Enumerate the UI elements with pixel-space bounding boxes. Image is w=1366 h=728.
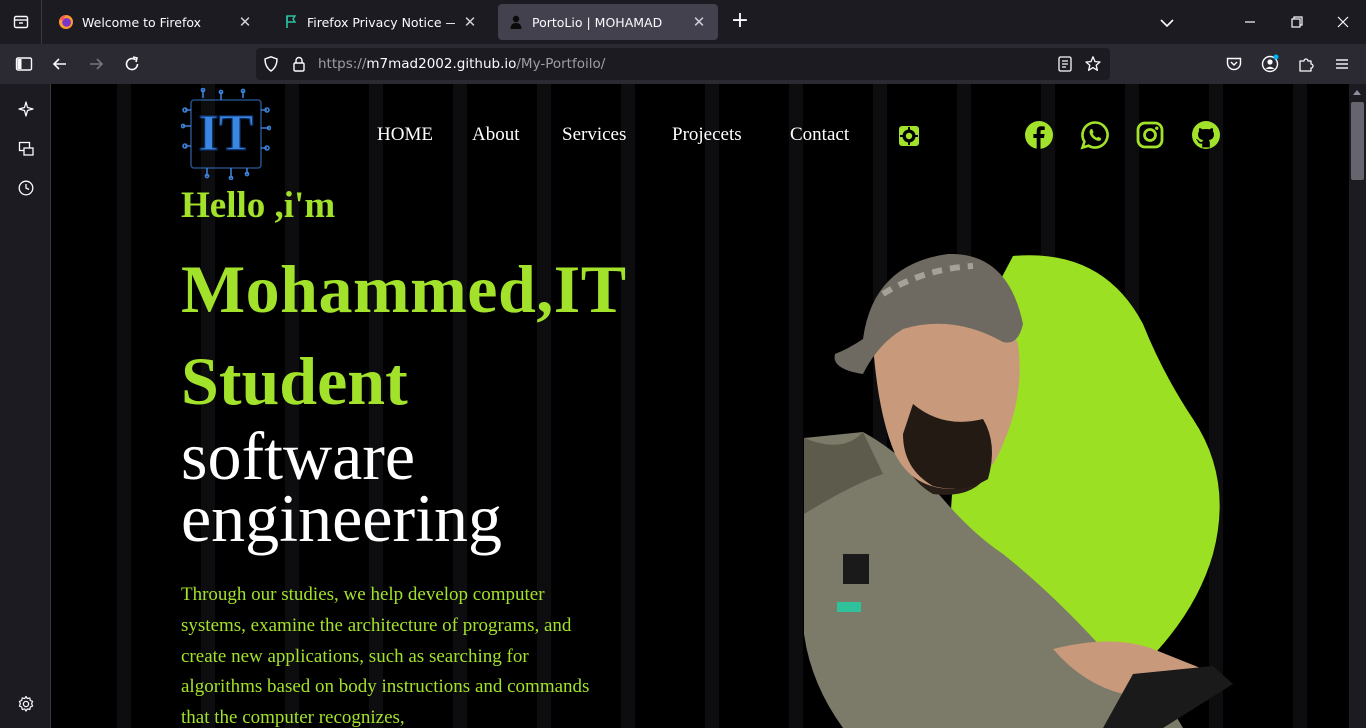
instagram-icon[interactable]	[1135, 120, 1165, 150]
mozilla-flag-icon	[283, 14, 299, 30]
minimize-icon	[1245, 21, 1255, 23]
sidebar-icon	[15, 57, 33, 71]
portfolio-page: IT HOME About Services Projecets Contact…	[51, 84, 1349, 728]
hero-description: Through our studies, we help develop com…	[181, 584, 590, 728]
synced-tabs-icon	[18, 141, 34, 156]
extensions-button[interactable]	[1294, 52, 1318, 76]
hero-greeting: Hello ,i'm	[181, 185, 336, 226]
user-silhouette-icon	[508, 14, 524, 30]
navigation-toolbar: https://m7mad2002.github.io/My-Portfoilo…	[0, 44, 1366, 84]
nav-projects[interactable]: Projecets	[672, 124, 742, 146]
hamburger-menu-icon	[1336, 59, 1348, 69]
url-text: https://m7mad2002.github.io/My-Portfoilo…	[318, 56, 605, 72]
minimize-button[interactable]	[1240, 12, 1260, 32]
synced-tabs-button[interactable]	[14, 137, 38, 161]
arrow-left-icon	[52, 58, 66, 70]
nav-about[interactable]: About	[472, 124, 520, 146]
reader-view-icon[interactable]	[1056, 55, 1074, 73]
bookmark-star-icon[interactable]	[1084, 55, 1102, 73]
page-scrollbar[interactable]	[1349, 84, 1366, 728]
reload-icon	[125, 56, 139, 71]
account-button[interactable]	[1258, 52, 1282, 76]
tracking-protection-icon[interactable]	[262, 55, 280, 73]
tab-title: Welcome to Firefox	[82, 14, 202, 30]
url-path: /My-Portfoilo/	[516, 56, 606, 72]
list-all-tabs-button[interactable]	[1156, 12, 1178, 34]
tab-title: Firefox Privacy Notice — Mozill	[307, 14, 455, 30]
puzzle-piece-icon	[1299, 58, 1314, 72]
url-bar[interactable]: https://m7mad2002.github.io/My-Portfoilo…	[256, 48, 1110, 80]
chevron-down-icon	[1160, 19, 1174, 28]
github-icon[interactable]	[1191, 120, 1221, 150]
ai-chatbot-button[interactable]	[14, 97, 38, 121]
facebook-icon[interactable]	[1024, 120, 1054, 150]
nav-home[interactable]: HOME	[377, 124, 433, 146]
tab-title: PortoLio | MOHAMAD	[532, 14, 663, 30]
url-scheme: https://	[318, 56, 367, 72]
lock-icon[interactable]	[290, 55, 308, 73]
customize-sidebar-button[interactable]	[14, 692, 38, 716]
whatsapp-icon[interactable]	[1080, 120, 1110, 150]
restore-button[interactable]	[1287, 12, 1307, 32]
account-icon	[1261, 54, 1279, 73]
clock-icon	[18, 180, 34, 196]
close-icon	[1337, 16, 1349, 28]
scroll-up-arrow-icon[interactable]	[1353, 90, 1361, 95]
tab-privacy-notice[interactable]: Firefox Privacy Notice — Mozill ✕	[273, 4, 489, 40]
back-button[interactable]	[48, 52, 72, 76]
close-tab-icon[interactable]: ✕	[236, 13, 254, 31]
svg-text:IT: IT	[199, 105, 254, 162]
history-button[interactable]	[14, 176, 38, 200]
tab-welcome[interactable]: Welcome to Firefox ✕	[48, 4, 264, 40]
browser-sidebar	[0, 84, 51, 728]
hero-name-second-line: Student	[181, 343, 408, 419]
sidebar-toggle-button[interactable]	[12, 52, 36, 76]
scroll-thumb[interactable]	[1351, 102, 1364, 180]
close-window-button[interactable]	[1333, 12, 1353, 32]
firefox-view-button[interactable]	[0, 0, 42, 44]
forward-button[interactable]	[84, 52, 108, 76]
nav-services[interactable]: Services	[562, 124, 626, 146]
new-tab-button[interactable]: +	[728, 10, 752, 34]
app-menu-button[interactable]	[1330, 52, 1354, 76]
profile-photo	[804, 254, 1233, 728]
tab-portfolio[interactable]: PortoLio | MOHAMAD ✕	[498, 4, 718, 40]
firefox-logo-icon	[58, 14, 74, 30]
close-tab-icon[interactable]: ✕	[690, 13, 708, 31]
theme-settings-icon[interactable]	[897, 124, 921, 148]
sparkle-icon	[18, 101, 34, 117]
hero-role-second-line: engineering	[181, 480, 502, 556]
gear-icon	[18, 695, 34, 712]
restore-icon	[1291, 16, 1303, 28]
arrow-right-icon	[90, 58, 104, 70]
close-tab-icon[interactable]: ✕	[461, 13, 479, 31]
firefox-view-icon	[13, 15, 28, 29]
pocket-icon	[1226, 57, 1242, 71]
hero-name: Mohammed,IT	[181, 251, 627, 327]
nav-contact[interactable]: Contact	[790, 124, 849, 146]
url-host: m7mad2002.github.io	[366, 56, 517, 72]
tab-strip: Welcome to Firefox ✕ Firefox Privacy Not…	[0, 0, 1366, 44]
pocket-button[interactable]	[1222, 52, 1246, 76]
it-logo[interactable]: IT	[181, 88, 271, 180]
reload-button[interactable]	[120, 52, 144, 76]
